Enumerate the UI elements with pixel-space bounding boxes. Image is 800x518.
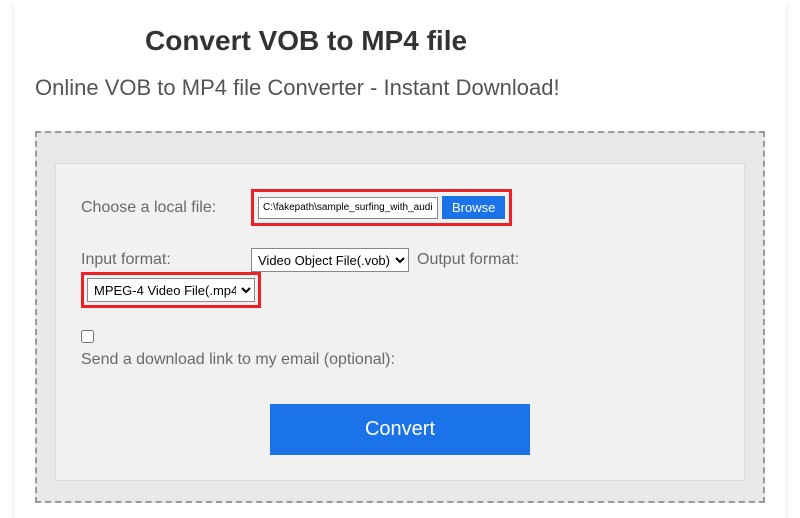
format-row: Input format: Video Object File(.vob) Ou… [81,248,719,308]
file-label: Choose a local file: [81,199,251,217]
input-format-select[interactable]: Video Object File(.vob) [251,248,409,272]
input-format-label: Input format: [81,251,251,269]
page-title: Convert VOB to MP4 file [145,25,785,57]
email-row: Send a download link to my email (option… [81,330,719,369]
file-highlight: Browse [251,189,512,226]
output-format-select[interactable]: MPEG-4 Video File(.mp4) [87,278,255,302]
file-path-input[interactable] [258,197,438,219]
file-row: Choose a local file: Browse [81,189,719,226]
output-format-label: Output format: [409,251,574,269]
email-checkbox[interactable] [81,330,94,343]
form-outer: Choose a local file: Browse Input format… [35,131,765,503]
form-inner: Choose a local file: Browse Input format… [55,163,745,481]
email-label: Send a download link to my email (option… [81,351,395,368]
card: Convert VOB to MP4 file Online VOB to MP… [15,0,785,518]
output-highlight: MPEG-4 Video File(.mp4) [81,272,261,308]
convert-button[interactable]: Convert [270,404,530,455]
page-subtitle: Online VOB to MP4 file Converter - Insta… [35,75,785,101]
browse-button[interactable]: Browse [442,196,505,219]
